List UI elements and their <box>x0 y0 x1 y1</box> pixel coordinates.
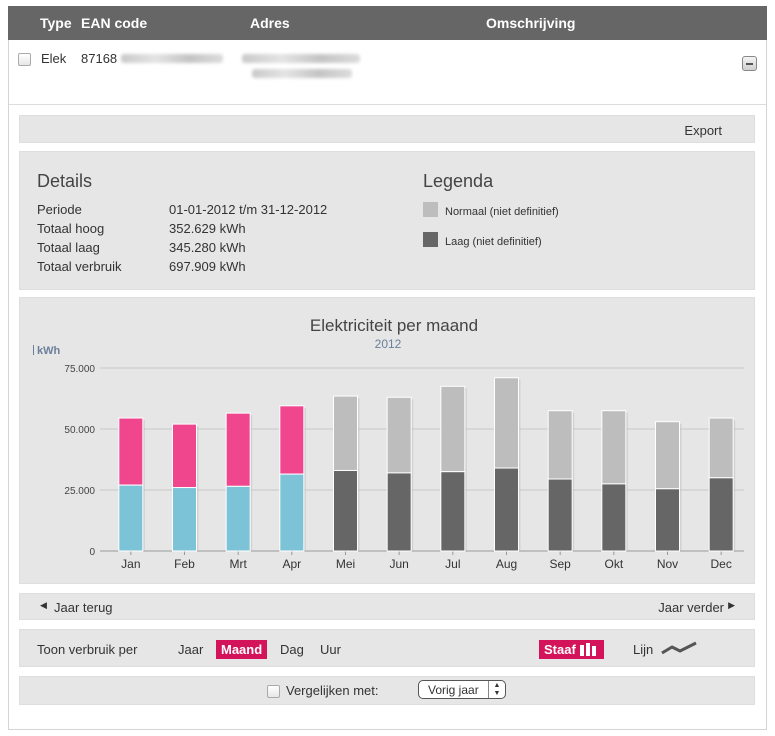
bar-high-mei[interactable] <box>333 395 358 471</box>
column-header-address: Adres <box>250 15 290 31</box>
bar-low-sep[interactable] <box>547 478 573 552</box>
table-header: Type EAN code Adres Omschrijving <box>8 6 767 40</box>
chart-subtitle: 2012 <box>375 337 402 351</box>
bar-low-feb[interactable] <box>172 487 197 552</box>
x-tick-label-apr: Apr <box>282 557 301 571</box>
bar-low-dec[interactable] <box>708 477 734 552</box>
x-tick-label-nov: Nov <box>657 557 678 571</box>
row-checkbox[interactable] <box>18 53 31 66</box>
table-row: Elek 87168 <box>9 40 766 105</box>
view-option-month[interactable]: Maand <box>216 640 268 659</box>
legend-swatch-normal <box>423 202 438 217</box>
chart-panel: Elektriciteit per maand 2012 kWh 0 25.000… <box>19 297 755 584</box>
y-tick-label: 0 <box>89 547 95 558</box>
view-options: Toon verbruik per Jaar Maand Dag Uur Sta… <box>19 629 755 667</box>
x-tick-label-dec: Dec <box>710 557 731 571</box>
bar-high-sep[interactable] <box>547 410 573 480</box>
monthly-chart: Elektriciteit per maand 2012 kWh 0 25.000… <box>33 316 744 571</box>
details-panel: Details Periode 01-01-2012 t/m 31-12-201… <box>19 151 755 290</box>
bar-low-mei[interactable] <box>333 469 358 552</box>
row-type: Elek <box>41 51 67 66</box>
detail-label-period: Periode <box>37 202 82 217</box>
prev-arrow-icon[interactable]: ◀ <box>40 600 47 611</box>
detail-label-total-high: Totaal hoog <box>37 221 105 236</box>
view-option-day[interactable]: Dag <box>280 642 304 657</box>
legend-label-normal: Normaal (niet definitief) <box>445 206 559 218</box>
bar-high-jun[interactable] <box>386 396 412 474</box>
ean-redacted <box>121 54 223 63</box>
collapse-icon[interactable] <box>742 56 757 71</box>
x-tick-label-mrt: Mrt <box>230 557 248 571</box>
x-tick-label-jun: Jun <box>389 557 408 571</box>
bar-view-button[interactable]: Staaf <box>539 640 605 659</box>
x-tick-label-feb: Feb <box>174 557 195 571</box>
address-redacted-line2 <box>252 69 352 78</box>
address-redacted-line1 <box>242 54 360 63</box>
column-header-description: Omschrijving <box>486 15 576 31</box>
bar-high-apr[interactable] <box>279 405 305 475</box>
compare-bar <box>19 676 755 705</box>
detail-value-total-usage: 697.909 kWh <box>169 259 246 274</box>
compare-checkbox[interactable] <box>267 685 280 698</box>
bar-high-feb[interactable] <box>172 423 197 489</box>
view-option-year[interactable]: Jaar <box>178 642 203 657</box>
y-axis-marker <box>33 345 34 355</box>
next-arrow-icon[interactable]: ▶ <box>728 600 735 611</box>
detail-label-total-usage: Totaal verbruik <box>37 259 122 274</box>
compare-select-value: Vorig jaar <box>428 683 479 697</box>
detail-value-period: 01-01-2012 t/m 31-12-2012 <box>169 202 328 217</box>
bar-low-jun[interactable] <box>386 472 412 552</box>
bar-chart-icon <box>580 643 597 656</box>
bar-low-mrt[interactable] <box>225 485 251 552</box>
legend-label-low: Laag (niet definitief) <box>445 236 542 248</box>
row-ean: 87168 <box>81 51 118 66</box>
bar-high-jul[interactable] <box>440 385 466 473</box>
detail-label-total-low: Totaal laag <box>37 240 100 255</box>
bar-high-mrt[interactable] <box>225 412 251 487</box>
y-tick-label: 50.000 <box>64 425 95 436</box>
bar-high-aug[interactable] <box>494 377 519 469</box>
compare-select[interactable]: Vorig jaar ▲ ▼ <box>418 680 506 699</box>
column-header-type: Type <box>40 15 72 31</box>
bar-low-nov[interactable] <box>655 488 680 552</box>
view-option-hour[interactable]: Uur <box>320 642 341 657</box>
detail-value-total-high: 352.629 kWh <box>169 221 246 236</box>
x-tick-label-jan: Jan <box>121 557 140 571</box>
bar-high-nov[interactable] <box>655 421 680 490</box>
bar-low-okt[interactable] <box>601 483 627 552</box>
export-link[interactable]: Export <box>684 123 722 138</box>
select-arrows-icon: ▲ ▼ <box>488 681 505 698</box>
bar-low-jan[interactable] <box>118 484 144 552</box>
bar-low-apr[interactable] <box>279 473 305 552</box>
year-navigation: ◀ Jaar terug Jaar verder ▶ <box>19 593 755 620</box>
bar-low-aug[interactable] <box>494 467 519 552</box>
details-title: Details <box>37 171 93 191</box>
y-tick-label: 25.000 <box>64 486 95 497</box>
bar-high-jan[interactable] <box>118 417 144 486</box>
prev-year-link[interactable]: Jaar terug <box>54 600 113 615</box>
bar-low-jul[interactable] <box>440 471 466 552</box>
chart-title: Elektriciteit per maand <box>310 316 478 335</box>
y-tick-label: 75.000 <box>64 364 95 375</box>
next-year-link[interactable]: Jaar verder <box>658 600 724 615</box>
bar-high-okt[interactable] <box>601 410 627 485</box>
line-view-label[interactable]: Lijn <box>633 642 653 657</box>
x-tick-label-aug: Aug <box>496 557 517 571</box>
bar-view-label: Staaf <box>544 642 576 657</box>
export-bar: Export <box>19 115 755 143</box>
column-header-ean: EAN code <box>81 15 148 31</box>
x-tick-label-okt: Okt <box>604 557 623 571</box>
line-chart-icon[interactable] <box>660 640 698 656</box>
legend-title: Legenda <box>423 171 494 191</box>
y-axis-label: kWh <box>37 345 61 357</box>
bar-high-dec[interactable] <box>708 417 734 479</box>
x-tick-label-sep: Sep <box>549 557 571 571</box>
compare-label: Vergelijken met: <box>286 683 379 698</box>
x-tick-label-jul: Jul <box>445 557 460 571</box>
detail-value-total-low: 345.280 kWh <box>169 240 246 255</box>
legend-swatch-low <box>423 232 438 247</box>
x-tick-label-mei: Mei <box>336 557 355 571</box>
view-label: Toon verbruik per <box>37 642 138 657</box>
